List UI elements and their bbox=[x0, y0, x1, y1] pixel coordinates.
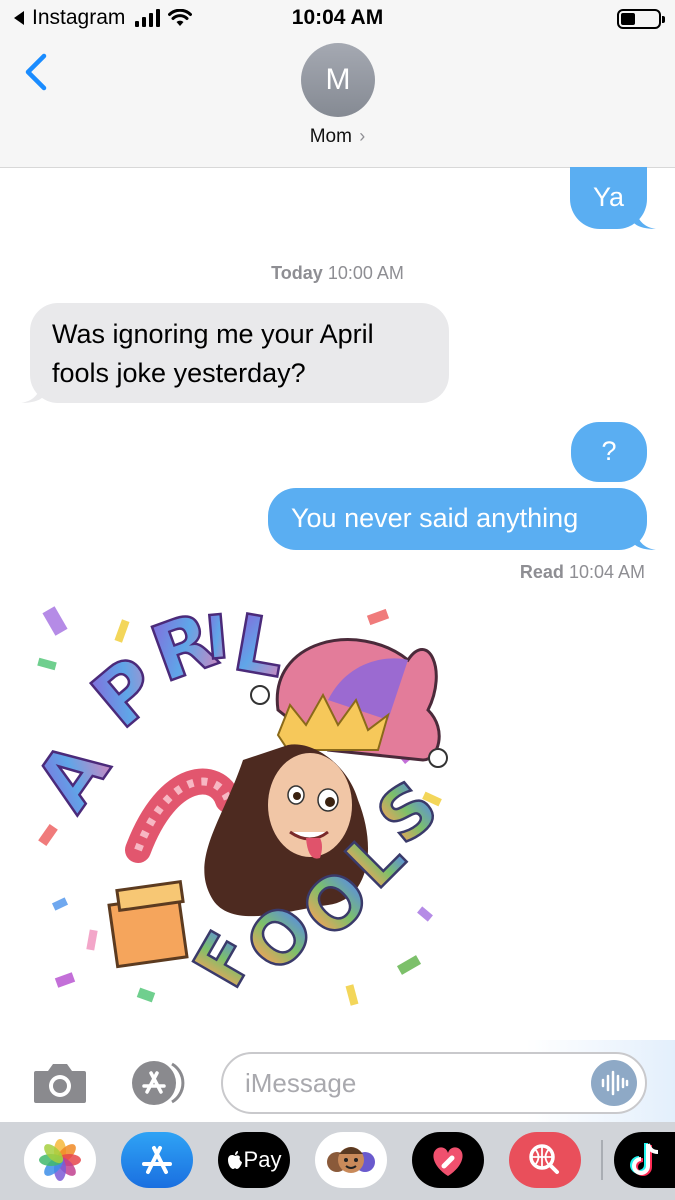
message-text: Ya bbox=[592, 182, 625, 212]
chevron-left-icon[interactable] bbox=[20, 52, 54, 92]
contact-name-button[interactable]: Mom › bbox=[0, 126, 675, 148]
svg-text:I: I bbox=[203, 602, 231, 674]
photos-app-icon[interactable] bbox=[24, 1132, 96, 1188]
received-message[interactable]: Was ignoring me your April fools joke ye… bbox=[21, 303, 449, 403]
imessage-input[interactable] bbox=[245, 1054, 585, 1112]
message-text-line-2: fools joke yesterday? bbox=[52, 358, 306, 388]
contact-avatar[interactable]: M bbox=[301, 43, 375, 117]
april-fools-sticker[interactable]: A P R I L F O O L S bbox=[28, 600, 458, 1020]
status-bar: Instagram 10:04 AM bbox=[0, 0, 675, 38]
sent-message[interactable]: ? bbox=[571, 422, 647, 482]
drawer-divider bbox=[601, 1140, 603, 1180]
audio-waveform-icon[interactable] bbox=[591, 1060, 637, 1106]
sent-message[interactable]: You never said anything bbox=[268, 488, 656, 550]
status-time: 10:04 AM bbox=[291, 6, 384, 29]
memoji-app-icon[interactable] bbox=[315, 1132, 387, 1188]
message-text-line-1: Was ignoring me your April bbox=[52, 319, 374, 349]
digital-touch-app-icon[interactable] bbox=[412, 1132, 484, 1188]
camera-icon[interactable] bbox=[32, 1061, 88, 1105]
sent-message[interactable]: Ya bbox=[570, 167, 656, 229]
read-receipt: Read 10:04 AM bbox=[519, 562, 645, 582]
conversation-header: Instagram 10:04 AM M Mom › bbox=[0, 0, 675, 168]
message-text: ? bbox=[601, 436, 617, 466]
battery-level bbox=[621, 13, 636, 25]
contact-name: Mom bbox=[309, 126, 352, 147]
apple-pay-app-icon[interactable]: Pay bbox=[218, 1132, 290, 1188]
imessage-field[interactable] bbox=[221, 1052, 647, 1114]
app-store-app-icon[interactable] bbox=[121, 1132, 193, 1188]
tiktok-app-icon[interactable] bbox=[614, 1132, 675, 1188]
message-text: You never said anything bbox=[291, 503, 579, 533]
conversation-timestamp: Today 10:00 AM bbox=[271, 263, 404, 283]
app-store-icon[interactable] bbox=[126, 1058, 188, 1108]
web-search-app-icon[interactable] bbox=[509, 1132, 581, 1188]
chevron-right-icon: › bbox=[359, 126, 366, 146]
battery-icon bbox=[617, 9, 665, 29]
